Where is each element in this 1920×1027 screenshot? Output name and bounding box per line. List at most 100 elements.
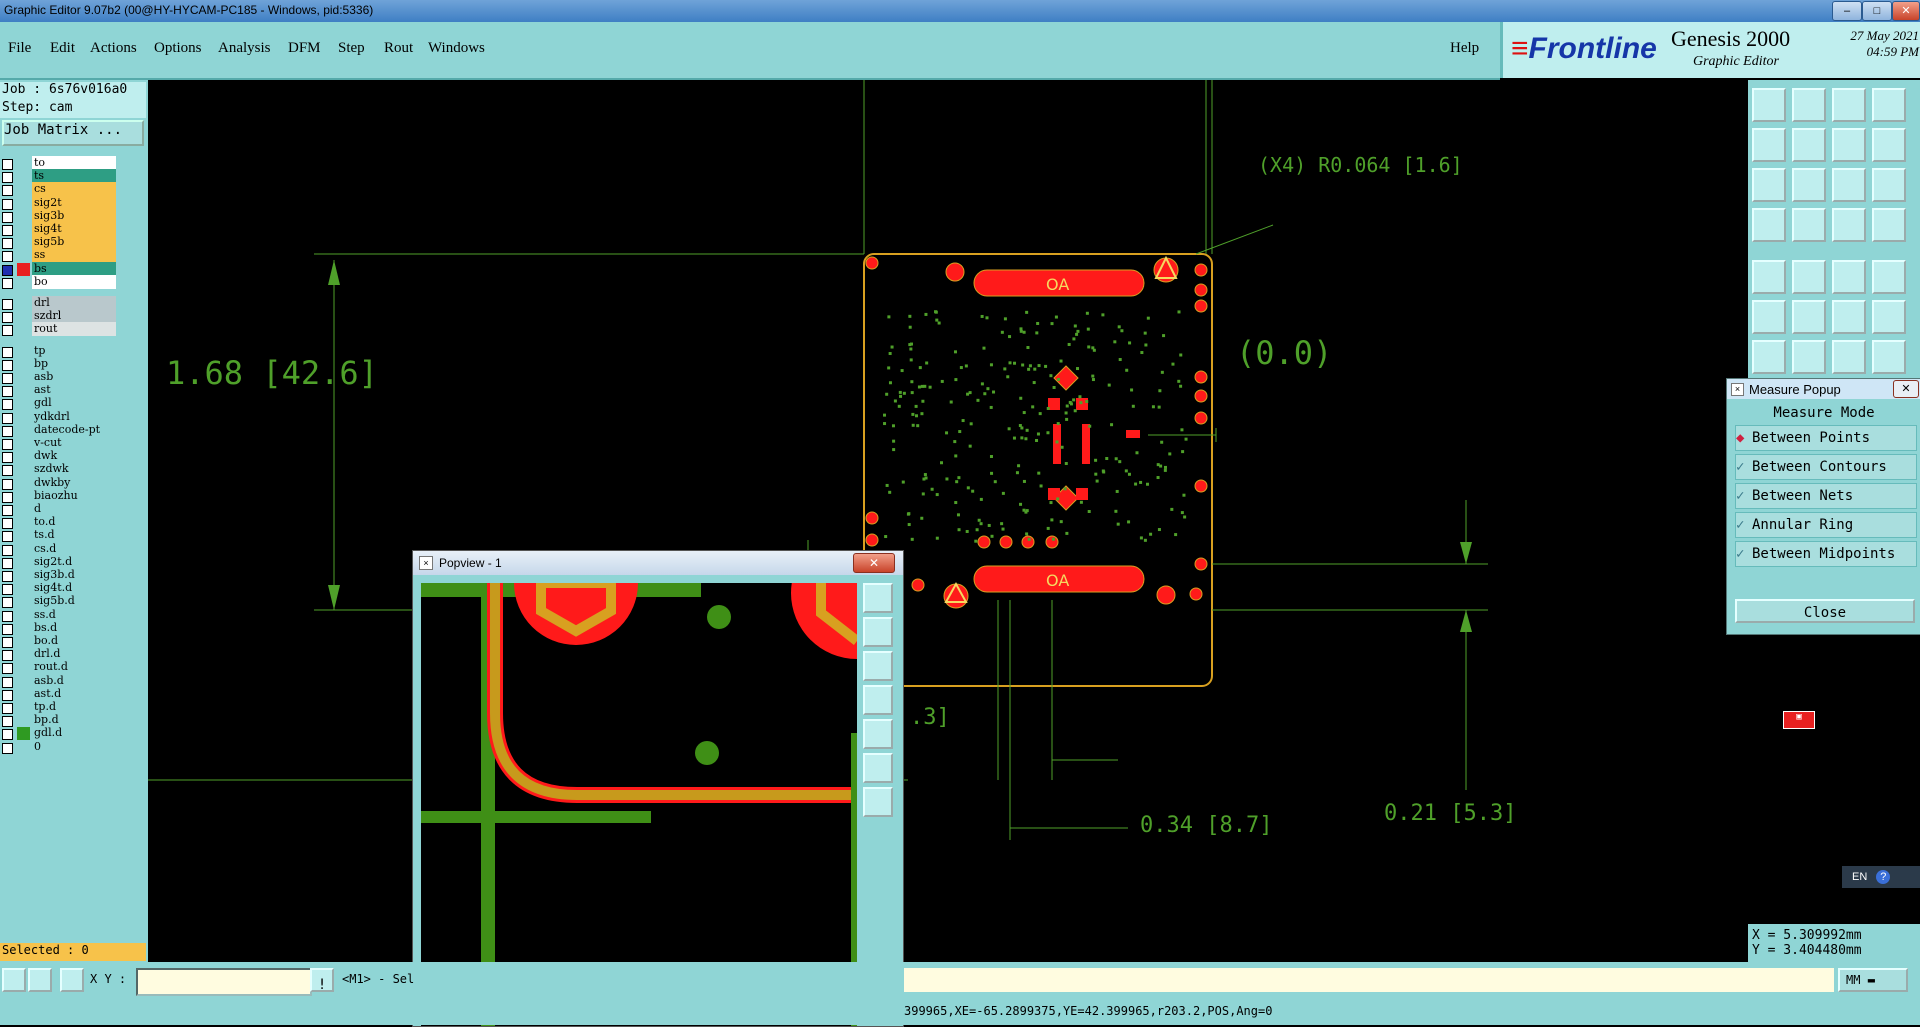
connect-icon[interactable]: [1752, 300, 1786, 334]
layer-name[interactable]: sig5b: [32, 235, 116, 250]
zoom-home-icon[interactable]: [863, 583, 893, 613]
snap-icon[interactable]: [1752, 208, 1786, 242]
layer-name[interactable]: szdwk: [32, 462, 116, 477]
layer-name[interactable]: bp: [32, 356, 116, 371]
zoom-home-icon[interactable]: [1752, 88, 1786, 122]
layer-name[interactable]: rout.d: [32, 660, 116, 675]
layer-checkbox[interactable]: [2, 742, 13, 754]
units-selector[interactable]: MM ▬: [1838, 968, 1908, 992]
layer-color-swatch[interactable]: [17, 170, 30, 183]
layer-name[interactable]: datecode-pt: [32, 422, 116, 437]
center-icon[interactable]: [1792, 168, 1826, 202]
layer-name[interactable]: dwkby: [32, 475, 116, 490]
layer-name[interactable]: sig2t: [32, 195, 116, 210]
layer-name[interactable]: sig5b.d: [32, 594, 116, 609]
layer-name[interactable]: sig3b.d: [32, 568, 116, 582]
ruler-icon[interactable]: [1832, 260, 1866, 294]
layer-name[interactable]: drl: [32, 296, 116, 310]
pan-right-icon[interactable]: [863, 719, 893, 749]
menu-analysis[interactable]: Analysis: [218, 40, 271, 57]
pad-icon[interactable]: [1752, 260, 1786, 294]
layer-name[interactable]: szdrl: [32, 309, 116, 324]
layer-name[interactable]: ast: [32, 383, 116, 398]
layer-name[interactable]: sig2t.d: [32, 554, 116, 569]
layer-name[interactable]: biaozhu: [32, 488, 116, 503]
layer-checkbox[interactable]: [2, 277, 13, 289]
layer-color-swatch[interactable]: [17, 249, 30, 262]
fit-icon[interactable]: [1752, 168, 1786, 202]
layer-color-swatch[interactable]: [17, 262, 30, 276]
layer-name[interactable]: sig3b: [32, 208, 116, 223]
layer-name[interactable]: 0: [32, 739, 116, 754]
ratio-icon[interactable]: [1832, 168, 1866, 202]
layer-name[interactable]: to: [32, 156, 116, 170]
redraw-icon[interactable]: [1872, 128, 1906, 162]
zoom-in-icon[interactable]: [863, 617, 893, 647]
measure-icon[interactable]: [28, 968, 52, 992]
layer-color-swatch[interactable]: [17, 371, 30, 384]
layer-name[interactable]: bs: [32, 261, 116, 276]
layer-color-swatch[interactable]: [17, 276, 30, 289]
layer-color-swatch[interactable]: [17, 688, 30, 701]
help-icon[interactable]: ?: [1876, 870, 1891, 884]
layer-name[interactable]: ts.d: [32, 528, 116, 543]
layer-color-swatch[interactable]: [17, 236, 30, 249]
layer-color-swatch[interactable]: [17, 714, 30, 727]
layer-color-swatch[interactable]: [17, 210, 30, 223]
layer-name[interactable]: ydkdrl: [32, 409, 116, 424]
layer-name[interactable]: bs.d: [32, 620, 116, 635]
cross-icon[interactable]: [1792, 300, 1826, 334]
close-icon[interactable]: ✕: [1893, 380, 1919, 398]
layer-name[interactable]: v-cut: [32, 436, 116, 450]
layer-color-swatch[interactable]: [17, 648, 30, 661]
probe-icon[interactable]: [1792, 208, 1826, 242]
draw-line-icon[interactable]: [1752, 340, 1786, 374]
layer-color-swatch[interactable]: [17, 543, 30, 556]
layer-color-swatch[interactable]: [17, 582, 30, 595]
zoom-in-icon[interactable]: [1792, 88, 1826, 122]
layer-name[interactable]: tp: [32, 343, 116, 358]
measure-popup[interactable]: × Measure Popup ✕ Measure Mode ◆ Between …: [1726, 378, 1920, 635]
layer-color-swatch[interactable]: [17, 477, 30, 490]
layer-name[interactable]: tp.d: [32, 700, 116, 714]
layer-color-swatch[interactable]: [17, 437, 30, 450]
house-icon[interactable]: [1832, 88, 1866, 122]
curve-icon[interactable]: [1832, 340, 1866, 374]
fit-icon[interactable]: [863, 753, 893, 783]
layer-color-swatch[interactable]: [17, 424, 30, 437]
layer-checkbox[interactable]: [2, 325, 13, 337]
warning-icon[interactable]: !: [310, 968, 334, 993]
layer-color-swatch[interactable]: [17, 197, 30, 210]
menu-dfm[interactable]: DFM: [288, 40, 321, 57]
menu-options[interactable]: Options: [154, 40, 202, 57]
layer-name[interactable]: bp.d: [32, 713, 116, 728]
angle-icon[interactable]: [1792, 260, 1826, 294]
layer-color-swatch[interactable]: [17, 323, 30, 336]
layer-color-swatch[interactable]: [17, 516, 30, 529]
layer-color-swatch[interactable]: [17, 529, 30, 542]
layer-color-swatch[interactable]: [17, 622, 30, 635]
measure-titlebar[interactable]: × Measure Popup ✕: [1727, 379, 1920, 399]
menu-step[interactable]: Step: [338, 40, 365, 57]
zoom-right-icon[interactable]: [1792, 128, 1826, 162]
layer-name[interactable]: gdl: [32, 396, 116, 411]
layer-color-swatch[interactable]: [17, 384, 30, 397]
minimize-button[interactable]: –: [1832, 1, 1862, 21]
layer-color-swatch[interactable]: [17, 503, 30, 516]
menu-file[interactable]: File: [8, 40, 31, 57]
menu-help[interactable]: Help: [1450, 40, 1479, 57]
help-icon[interactable]: [1872, 168, 1906, 202]
layer-name[interactable]: gdl.d: [32, 726, 116, 741]
layer-color-swatch[interactable]: [17, 727, 30, 741]
layer-color-swatch[interactable]: [17, 223, 30, 236]
dot-icon[interactable]: [1872, 260, 1906, 294]
measure-option[interactable]: ◆ Between Points: [1735, 425, 1917, 451]
menu-edit[interactable]: Edit: [50, 40, 75, 57]
layer-color-swatch[interactable]: [17, 345, 30, 358]
arc-icon[interactable]: [1872, 300, 1906, 334]
graphic-canvas[interactable]: 0.05 [1.3] (X4) R0.064 [1.6] 1.68 [42.6] (0…: [148, 80, 1748, 962]
snap-icon[interactable]: [2, 968, 26, 992]
layer-color-swatch[interactable]: [17, 157, 30, 170]
layer-row[interactable]: bo: [0, 274, 118, 290]
layer-name[interactable]: ts: [32, 169, 116, 184]
